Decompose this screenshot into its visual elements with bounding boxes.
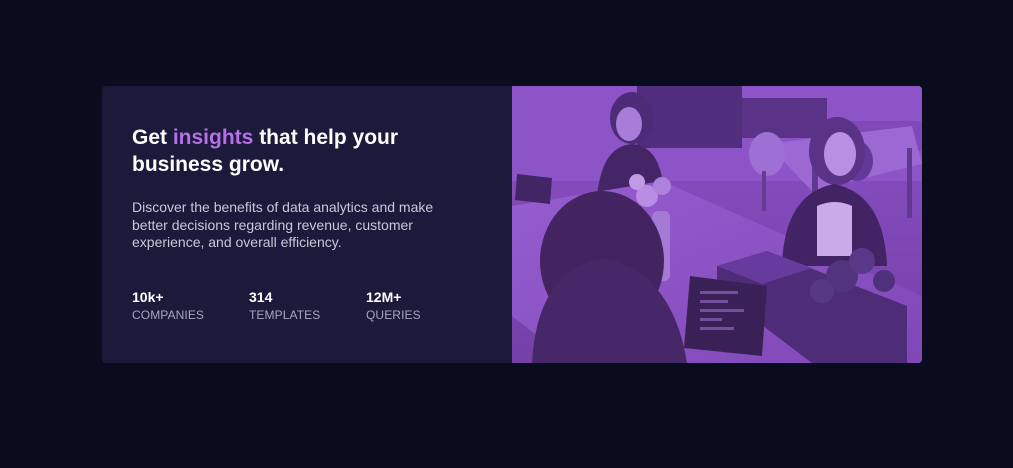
headline-accent: insights — [172, 126, 254, 149]
stats-row: 10k+ COMPANIES 314 TEMPLATES 12M+ QUERIE… — [132, 289, 483, 324]
feature-headline: Get insights that help your business gro… — [132, 124, 452, 178]
office-scene-illustration — [512, 86, 922, 363]
stat-queries: 12M+ QUERIES — [366, 289, 483, 324]
stat-companies: 10k+ COMPANIES — [132, 289, 249, 324]
headline-prefix: Get — [132, 126, 173, 149]
feature-card: Get insights that help your business gro… — [102, 86, 922, 363]
stat-value: 12M+ — [366, 289, 402, 305]
stat-value: 314 — [249, 289, 273, 305]
stat-value: 10k+ — [132, 289, 164, 305]
office-team-photo — [512, 86, 922, 363]
feature-description: Discover the benefits of data analytics … — [132, 199, 434, 250]
stat-templates: 314 TEMPLATES — [249, 289, 366, 324]
stat-label: TEMPLATES — [249, 308, 321, 322]
stat-label: QUERIES — [366, 308, 421, 322]
stat-label: COMPANIES — [132, 308, 205, 322]
feature-content: Get insights that help your business gro… — [102, 86, 512, 363]
